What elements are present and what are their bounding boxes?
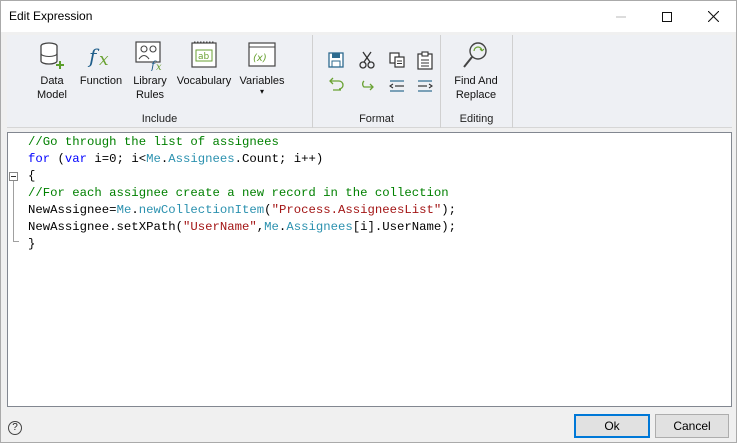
find-and-replace-button[interactable]: Find And Replace: [445, 39, 507, 102]
ribbon-toolbar: Data Model f x Function f x Library Rule…: [7, 35, 732, 128]
title-bar[interactable]: Edit Expression: [1, 1, 736, 32]
fold-collapse-icon[interactable]: [9, 172, 18, 181]
cut-icon: [359, 51, 375, 69]
code-token: [i].UserName);: [352, 220, 457, 234]
library-rules-button[interactable]: f x Library Rules: [130, 39, 170, 102]
undo-button[interactable]: [325, 75, 347, 97]
save-button[interactable]: [325, 49, 347, 71]
code-line: NewAssignee.setXPath("UserName",Me.Assig…: [28, 219, 456, 236]
redo-button[interactable]: [356, 75, 378, 97]
find-and-replace-label-1: Find And: [454, 75, 498, 87]
code-token: );: [441, 203, 457, 217]
indent-icon: [418, 80, 433, 92]
code-token: i=0; i<: [87, 152, 147, 166]
copy-button[interactable]: [386, 49, 408, 71]
minimize-button[interactable]: [598, 1, 644, 32]
find-and-replace-label-2: Replace: [455, 89, 497, 101]
code-token: //Go through the list of assignees: [28, 135, 279, 149]
svg-text:(x): (x): [253, 53, 267, 64]
variables-label: Variables: [239, 75, 285, 87]
edit-expression-dialog: Edit Expression Data Model f x Function …: [0, 0, 737, 443]
code-token: .Count; i++): [234, 152, 324, 166]
code-line: //Go through the list of assignees: [28, 134, 279, 151]
format-group: Format: [313, 35, 441, 128]
vocabulary-button[interactable]: ab Vocabulary: [175, 39, 233, 88]
cancel-button[interactable]: Cancel: [655, 414, 729, 438]
copy-icon: [389, 52, 405, 68]
editing-group: Find And Replace Editing: [441, 35, 513, 128]
chevron-down-icon: ▾: [259, 87, 264, 96]
minimize-icon: [616, 16, 626, 17]
close-button[interactable]: [690, 1, 736, 32]
redo-icon: [362, 80, 374, 91]
save-icon: [328, 52, 344, 68]
data-model-label-1: Data: [40, 75, 64, 87]
code-token: }: [28, 237, 36, 251]
ok-button[interactable]: Ok: [574, 414, 650, 438]
code-token: //For each assignee create a new record …: [28, 186, 449, 200]
code-token: .: [131, 203, 139, 217]
svg-text:x: x: [156, 62, 162, 71]
code-token: (: [264, 203, 272, 217]
database-add-icon: [40, 42, 64, 69]
code-line: }: [28, 236, 35, 253]
undo-icon: [329, 77, 344, 91]
expression-editor[interactable]: //Go through the list of assignees for (v…: [7, 132, 732, 407]
variables-button[interactable]: (x) Variables ▾: [238, 39, 286, 96]
code-token: Me: [264, 220, 279, 234]
code-line: NewAssignee=Me.newCollectionItem("Proces…: [28, 202, 456, 219]
library-rules-label-1: Library: [133, 75, 167, 87]
variables-icon: (x): [248, 42, 276, 67]
maximize-icon: [662, 11, 672, 22]
svg-text:x: x: [99, 50, 109, 70]
code-token: for: [28, 152, 51, 166]
library-rules-icon: f x: [135, 41, 162, 71]
code-token: Me: [146, 152, 161, 166]
code-token: Me: [116, 203, 132, 217]
code-token: var: [64, 152, 88, 166]
paste-button[interactable]: [414, 49, 436, 71]
code-token: Assignees: [286, 220, 353, 234]
vocabulary-label: Vocabulary: [176, 75, 232, 87]
editing-group-label: Editing: [459, 113, 494, 125]
help-icon[interactable]: ?: [8, 421, 22, 435]
fold-guide-line: [13, 181, 14, 242]
paste-icon: [417, 51, 433, 70]
code-token: Assignees: [168, 152, 235, 166]
svg-text:ab: ab: [198, 52, 210, 62]
library-rules-label-2: Rules: [135, 89, 165, 101]
code-line: {: [28, 168, 35, 185]
code-token: "Process.AssigneesList": [271, 203, 442, 217]
function-label: Function: [79, 75, 123, 87]
code-token: NewAssignee=: [28, 203, 117, 217]
window-title: Edit Expression: [9, 9, 93, 23]
data-model-button[interactable]: Data Model: [32, 39, 72, 102]
code-line: for (var i=0; i<Me.Assignees.Count; i++): [28, 151, 323, 168]
find-replace-icon: [463, 42, 487, 68]
close-icon: [707, 11, 719, 22]
code-token: NewAssignee.setXPath(: [28, 220, 183, 234]
vocabulary-icon: ab: [191, 41, 217, 68]
code-token: "UserName": [182, 220, 257, 234]
outdent-icon: [389, 80, 404, 92]
fold-guide-end: [13, 241, 19, 242]
indent-button[interactable]: [414, 75, 436, 97]
format-group-label: Format: [359, 113, 394, 125]
data-model-label-2: Model: [37, 89, 67, 101]
function-button[interactable]: f x Function: [77, 39, 125, 88]
code-token: newCollectionItem: [138, 203, 265, 217]
maximize-button[interactable]: [644, 1, 690, 32]
fx-icon: f x: [87, 44, 109, 70]
include-group-label: Include: [141, 113, 178, 125]
cut-button[interactable]: [356, 49, 378, 71]
include-group: Data Model f x Function f x Library Rule…: [7, 35, 313, 128]
code-line: //For each assignee create a new record …: [28, 185, 449, 202]
code-token: {: [28, 169, 36, 183]
outdent-button[interactable]: [386, 75, 408, 97]
code-token: (: [50, 152, 65, 166]
